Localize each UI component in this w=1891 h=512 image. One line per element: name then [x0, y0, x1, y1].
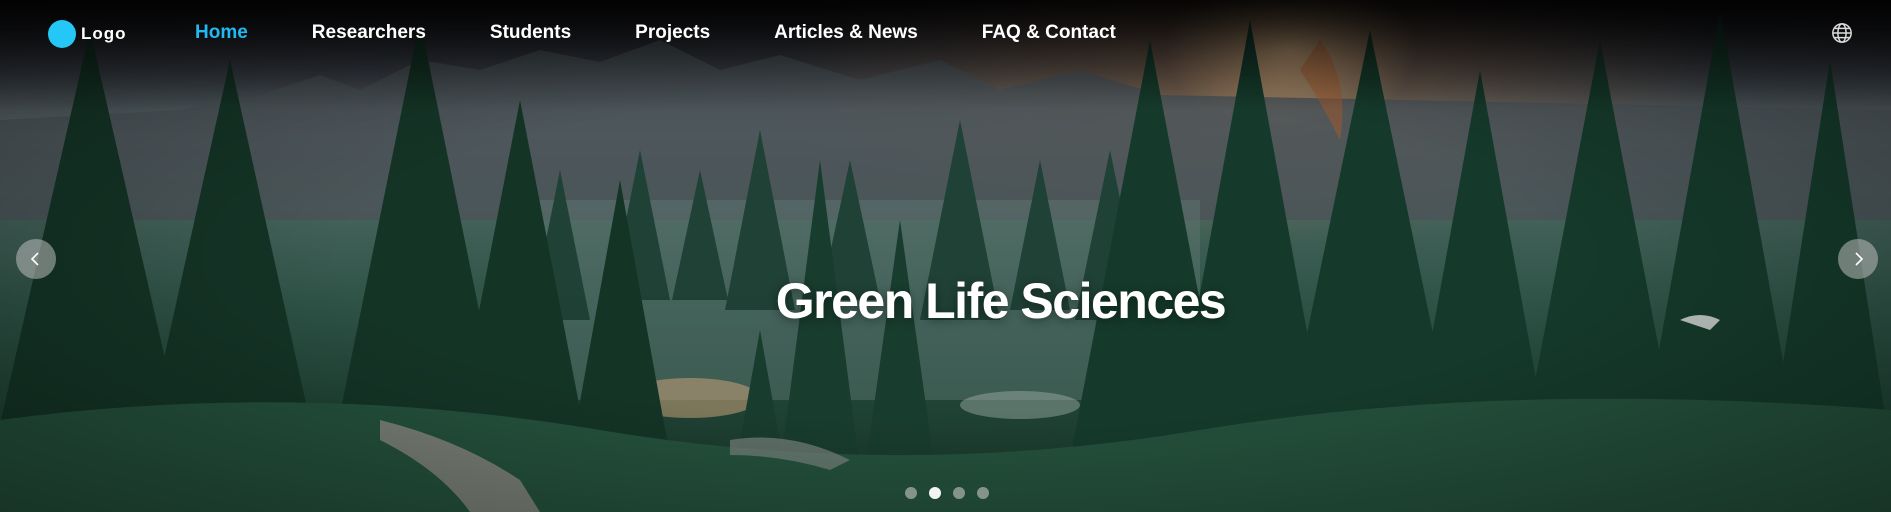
site-logo[interactable]: Logo [48, 20, 127, 48]
nav-item-articles-news[interactable]: Articles & News [774, 22, 918, 44]
carousel-dot-4[interactable] [977, 487, 989, 499]
hero-section: Logo Home Researchers Students Projects … [0, 0, 1891, 512]
carousel-dot-1[interactable] [905, 487, 917, 499]
chevron-left-icon [30, 252, 39, 266]
nav-item-researchers[interactable]: Researchers [312, 22, 426, 44]
nav-item-faq-contact[interactable]: FAQ & Contact [982, 22, 1116, 44]
carousel-next-button[interactable] [1838, 239, 1878, 279]
carousel-indicators [905, 487, 989, 499]
carousel-dot-2[interactable] [929, 487, 941, 499]
nav-item-students[interactable]: Students [490, 22, 571, 44]
logo-label: Logo [81, 24, 127, 43]
globe-icon[interactable] [1831, 22, 1853, 44]
vignette-overlay [0, 0, 1891, 512]
top-navbar: Logo Home Researchers Students Projects … [0, 0, 1891, 68]
carousel-prev-button[interactable] [16, 239, 56, 279]
nav-item-projects[interactable]: Projects [635, 22, 710, 44]
carousel-dot-3[interactable] [953, 487, 965, 499]
chevron-right-icon [1855, 252, 1864, 266]
nav-item-home[interactable]: Home [195, 22, 248, 44]
nav-menu: Home Researchers Students Projects Artic… [195, 22, 1180, 44]
hero-title: Green Life Sciences [775, 272, 1227, 329]
logo-circle-icon [48, 20, 76, 48]
